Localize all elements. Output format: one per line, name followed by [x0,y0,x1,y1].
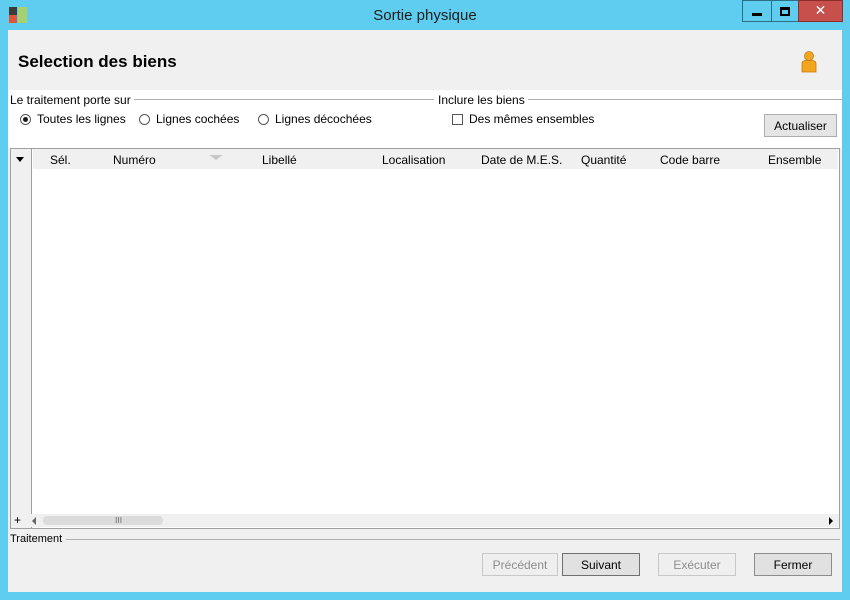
column-header-location[interactable]: Localisation [382,153,445,167]
next-button[interactable]: Suivant [562,553,640,576]
radio-indicator [139,113,150,125]
grid-body[interactable] [33,169,838,513]
scrollbar-grip-icon: III [115,516,123,525]
maximize-button[interactable] [771,0,799,22]
application-window: Sortie physique ✕ Selection des biens Le… [0,0,850,600]
dialog-client-area: Selection des biens Le traitement porte … [8,30,842,592]
same-sets-checkbox[interactable]: Des mêmes ensembles [452,112,594,126]
processing-group-divider [66,539,840,540]
same-sets-checkbox-label: Des mêmes ensembles [469,112,595,126]
scroll-right-icon[interactable] [829,517,833,525]
row-selector-column [11,149,32,528]
maximize-icon [780,6,790,16]
execute-button[interactable]: Exécuter [658,553,736,576]
header-band: Selection des biens [8,30,842,90]
radio-all-lines-label: Toutes les lignes [37,112,126,126]
column-chooser-icon[interactable] [16,157,24,162]
column-header-barcode[interactable]: Code barre [660,153,720,167]
radio-checked-lines-label: Lignes cochées [156,112,240,126]
column-header-selection[interactable]: Sél. [50,153,71,167]
column-header-number[interactable]: Numéro [113,153,156,167]
sort-indicator-icon [209,155,223,160]
radio-unchecked-lines-label: Lignes décochées [275,112,372,126]
column-header-commissioning-date[interactable]: Date de M.E.S. [481,153,562,167]
user-icon [801,51,817,73]
close-icon: ✕ [814,3,827,19]
minimize-icon [752,12,762,16]
options-panel: Le traitement porte sur Toutes les ligne… [8,90,842,148]
column-header-label[interactable]: Libellé [262,153,297,167]
scroll-left-icon[interactable] [32,517,36,525]
radio-indicator [20,113,31,125]
scope-group-label: Le traitement porte sur [10,93,134,107]
window-title: Sortie physique [373,7,477,24]
radio-checked-lines[interactable]: Lignes cochées [139,112,239,126]
include-group-label: Inclure les biens [438,93,528,107]
column-header-set[interactable]: Ensemble [768,153,821,167]
add-row-button[interactable]: + [14,513,21,527]
items-grid[interactable]: Sél. Numéro Libellé Localisation Date de… [10,148,840,529]
radio-indicator [258,113,269,125]
refresh-button[interactable]: Actualiser [764,114,837,137]
minimize-button[interactable] [742,0,772,22]
column-header-quantity[interactable]: Quantité [581,153,626,167]
horizontal-scrollbar[interactable]: + III [11,513,839,527]
previous-button[interactable]: Précédent [482,553,558,576]
close-button[interactable]: Fermer [754,553,832,576]
radio-unchecked-lines[interactable]: Lignes décochées [258,112,372,126]
page-title: Selection des biens [18,52,177,71]
radio-all-lines[interactable]: Toutes les lignes [20,112,126,126]
scrollbar-thumb[interactable]: III [43,516,163,525]
grid-header: Sél. Numéro Libellé Localisation Date de… [33,149,838,169]
close-window-button[interactable]: ✕ [798,0,843,22]
title-bar[interactable]: Sortie physique ✕ [0,0,850,30]
processing-group-label: Traitement [10,533,66,545]
checkbox-indicator [452,113,463,125]
